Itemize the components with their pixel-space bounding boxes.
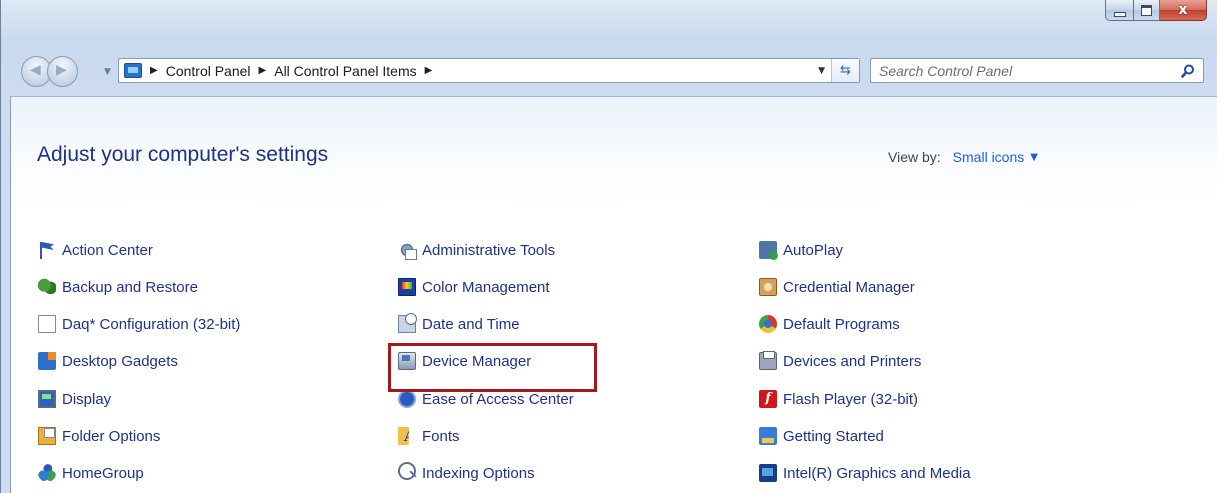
forward-button[interactable]: ▶ xyxy=(47,56,78,87)
item-label[interactable]: Administrative Tools xyxy=(422,242,555,259)
address-bar-controls: ▼ ⇆ xyxy=(818,59,859,82)
page-title: Adjust your computer's settings xyxy=(37,143,329,166)
item-label[interactable]: Ease of Access Center xyxy=(422,391,574,408)
refresh-icon: ⇆ xyxy=(840,63,851,78)
homegroup-icon xyxy=(38,464,56,482)
breadcrumb-separator-icon[interactable]: ▶ xyxy=(259,65,267,76)
navigation-bar: ◀ ▶ ▼ ▶ Control Panel ▶ All Control Pane… xyxy=(0,50,1217,96)
refresh-button[interactable]: ⇆ xyxy=(831,59,859,82)
item-label[interactable]: Flash Player (32-bit) xyxy=(783,391,918,408)
item-label[interactable]: Color Management xyxy=(422,279,550,296)
item-folder-options[interactable]: Folder Options xyxy=(38,425,160,447)
search-box[interactable] xyxy=(870,58,1204,83)
flag-icon xyxy=(38,241,56,259)
getting-started-icon xyxy=(759,427,777,445)
item-autoplay[interactable]: AutoPlay xyxy=(759,239,843,261)
address-bar[interactable]: ▶ Control Panel ▶ All Control Panel Item… xyxy=(118,58,860,83)
item-display[interactable]: Display xyxy=(38,388,111,410)
flash-icon: f xyxy=(759,390,777,408)
item-intel-graphics[interactable]: Intel(R) Graphics and Media xyxy=(759,462,971,484)
display-icon xyxy=(38,390,56,408)
item-default-programs[interactable]: Default Programs xyxy=(759,313,900,335)
backup-icon xyxy=(38,278,56,296)
item-devices-and-printers[interactable]: Devices and Printers xyxy=(759,350,921,372)
item-label[interactable]: Display xyxy=(62,391,111,408)
view-by-dropdown[interactable]: Small icons xyxy=(953,149,1025,165)
breadcrumb-separator-icon[interactable]: ▶ xyxy=(150,65,158,76)
item-getting-started[interactable]: Getting Started xyxy=(759,425,884,447)
close-icon: x xyxy=(1178,2,1188,18)
admin-tools-icon xyxy=(398,241,417,260)
device-manager-highlight xyxy=(388,343,597,392)
forward-arrow-icon: ▶ xyxy=(56,62,67,78)
breadcrumb-control-panel[interactable]: Control Panel xyxy=(166,63,251,79)
item-label[interactable]: Credential Manager xyxy=(783,279,915,296)
item-daq-configuration[interactable]: Daq* Configuration (32-bit) xyxy=(38,313,240,335)
item-fonts[interactable]: Fonts xyxy=(398,425,460,447)
breadcrumb-all-items[interactable]: All Control Panel Items xyxy=(274,63,416,79)
magnifier-icon xyxy=(398,462,416,480)
item-label[interactable]: AutoPlay xyxy=(783,242,843,259)
caption-buttons: x xyxy=(1105,0,1207,24)
clock-icon xyxy=(398,313,417,333)
item-color-management[interactable]: Color Management xyxy=(398,276,550,298)
control-panel-icon xyxy=(124,63,142,78)
item-indexing-options[interactable]: Indexing Options xyxy=(398,462,535,484)
printer-icon xyxy=(759,351,777,370)
item-desktop-gadgets[interactable]: Desktop Gadgets xyxy=(38,350,178,372)
item-homegroup[interactable]: HomeGroup xyxy=(38,462,144,484)
item-label[interactable]: Date and Time xyxy=(422,316,520,333)
item-label[interactable]: Default Programs xyxy=(783,316,900,333)
item-credential-manager[interactable]: Credential Manager xyxy=(759,276,915,298)
chevron-down-icon[interactable]: ▼ xyxy=(1030,152,1038,163)
maximize-icon xyxy=(1141,4,1152,16)
minimize-button[interactable] xyxy=(1105,0,1134,21)
address-dropdown-icon[interactable]: ▼ xyxy=(818,66,825,76)
content-pane: Adjust your computer's settings View by:… xyxy=(10,96,1217,493)
blank-file-icon xyxy=(38,315,56,333)
close-button[interactable]: x xyxy=(1160,0,1207,21)
maximize-button[interactable] xyxy=(1134,0,1160,21)
search-icon[interactable] xyxy=(1173,59,1203,82)
item-action-center[interactable]: Action Center xyxy=(38,239,153,261)
view-by: View by: Small icons ▼ xyxy=(888,149,1038,165)
intel-graphics-icon xyxy=(759,464,777,482)
content-header: Adjust your computer's settings View by:… xyxy=(11,97,1217,207)
item-label[interactable]: Daq* Configuration (32-bit) xyxy=(62,316,240,333)
item-label[interactable]: Desktop Gadgets xyxy=(62,353,178,370)
item-date-and-time[interactable]: Date and Time xyxy=(398,313,520,335)
view-by-label: View by: xyxy=(888,149,941,165)
item-flash-player[interactable]: f Flash Player (32-bit) xyxy=(759,388,918,410)
item-label[interactable]: Getting Started xyxy=(783,428,884,445)
item-administrative-tools[interactable]: Administrative Tools xyxy=(398,239,555,261)
fonts-icon xyxy=(398,427,409,445)
item-label[interactable]: Fonts xyxy=(422,428,460,445)
search-input[interactable] xyxy=(871,61,1173,80)
item-label[interactable]: Indexing Options xyxy=(422,465,535,482)
back-arrow-icon: ◀ xyxy=(30,62,41,78)
breadcrumb-separator-icon[interactable]: ▶ xyxy=(425,65,433,76)
default-programs-icon xyxy=(759,315,777,333)
color-monitor-icon xyxy=(398,278,416,296)
item-label[interactable]: Backup and Restore xyxy=(62,279,198,296)
minimize-icon xyxy=(1113,11,1126,17)
credential-vault-icon xyxy=(759,278,777,296)
gadgets-icon xyxy=(38,352,56,370)
autoplay-icon xyxy=(759,241,778,260)
item-label[interactable]: Devices and Printers xyxy=(783,353,921,370)
item-backup-and-restore[interactable]: Backup and Restore xyxy=(38,276,198,298)
item-label[interactable]: Folder Options xyxy=(62,428,160,445)
item-label[interactable]: Intel(R) Graphics and Media xyxy=(783,465,971,482)
item-label[interactable]: HomeGroup xyxy=(62,465,144,482)
ease-of-access-icon xyxy=(398,390,416,408)
recent-pages-dropdown[interactable]: ▼ xyxy=(104,67,111,77)
folder-icon xyxy=(38,427,56,445)
item-label[interactable]: Action Center xyxy=(62,242,153,259)
